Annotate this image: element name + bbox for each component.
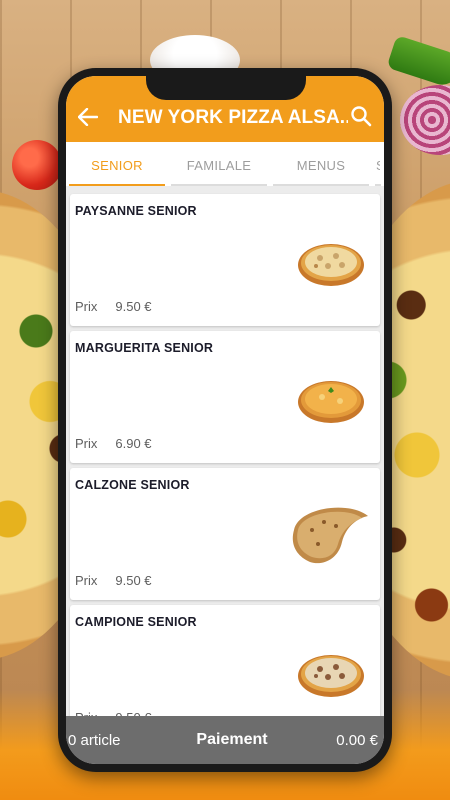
tab-senior[interactable]: SENIOR [66, 142, 168, 186]
pizza-paysanne-image [296, 238, 366, 293]
product-price: 9.50 € [115, 573, 152, 588]
pizza-marguerita-image [296, 375, 366, 430]
payment-button[interactable]: Paiement [156, 731, 318, 749]
price-row: Prix 9.50 € [75, 573, 152, 588]
tab-more[interactable]: S [372, 142, 384, 186]
cart-total: 0.00 € [336, 731, 378, 749]
calzone-image [288, 500, 372, 575]
onion-decor [400, 85, 450, 155]
tomato-decor [12, 140, 62, 190]
product-card[interactable]: PAYSANNE SENIOR Prix 9.50 € [70, 194, 380, 326]
tab-more-label: S [376, 158, 380, 173]
product-price: 6.90 € [115, 436, 152, 451]
product-name: CAMPIONE SENIOR [75, 615, 197, 629]
phone-notch [146, 76, 306, 100]
price-label: Prix [75, 436, 98, 451]
product-card[interactable]: CALZONE SENIOR Prix 9.50 € [70, 468, 380, 600]
price-label: Prix [75, 573, 98, 588]
tab-menus[interactable]: MENUS [270, 142, 372, 186]
search-icon[interactable] [348, 103, 374, 129]
pizza-campione-image [296, 649, 366, 704]
back-arrow-icon[interactable] [76, 105, 100, 129]
category-tabs: SENIOR FAMILALE MENUS S [66, 142, 384, 186]
page-title: NEW YORK PIZZA ALSA... [118, 107, 348, 128]
product-list: PAYSANNE SENIOR Prix 9.50 € MARGUERITA S… [66, 194, 384, 764]
product-name: CALZONE SENIOR [75, 478, 190, 492]
product-name: PAYSANNE SENIOR [75, 204, 197, 218]
product-price: 9.50 € [115, 299, 152, 314]
cart-count: 0 article [68, 731, 121, 749]
cart-bar: 0 article Paiement 0.00 € [66, 716, 384, 764]
pepper-decor [386, 35, 450, 89]
price-label: Prix [75, 299, 98, 314]
price-row: Prix 6.90 € [75, 436, 152, 451]
phone-frame: NEW YORK PIZZA ALSA... SENIOR FAMILALE M… [58, 68, 392, 772]
product-name: MARGUERITA SENIOR [75, 341, 214, 355]
tab-familale[interactable]: FAMILALE [168, 142, 270, 186]
product-card[interactable]: MARGUERITA SENIOR Prix 6.90 € [70, 331, 380, 463]
app-screen: NEW YORK PIZZA ALSA... SENIOR FAMILALE M… [66, 76, 384, 764]
price-row: Prix 9.50 € [75, 299, 152, 314]
